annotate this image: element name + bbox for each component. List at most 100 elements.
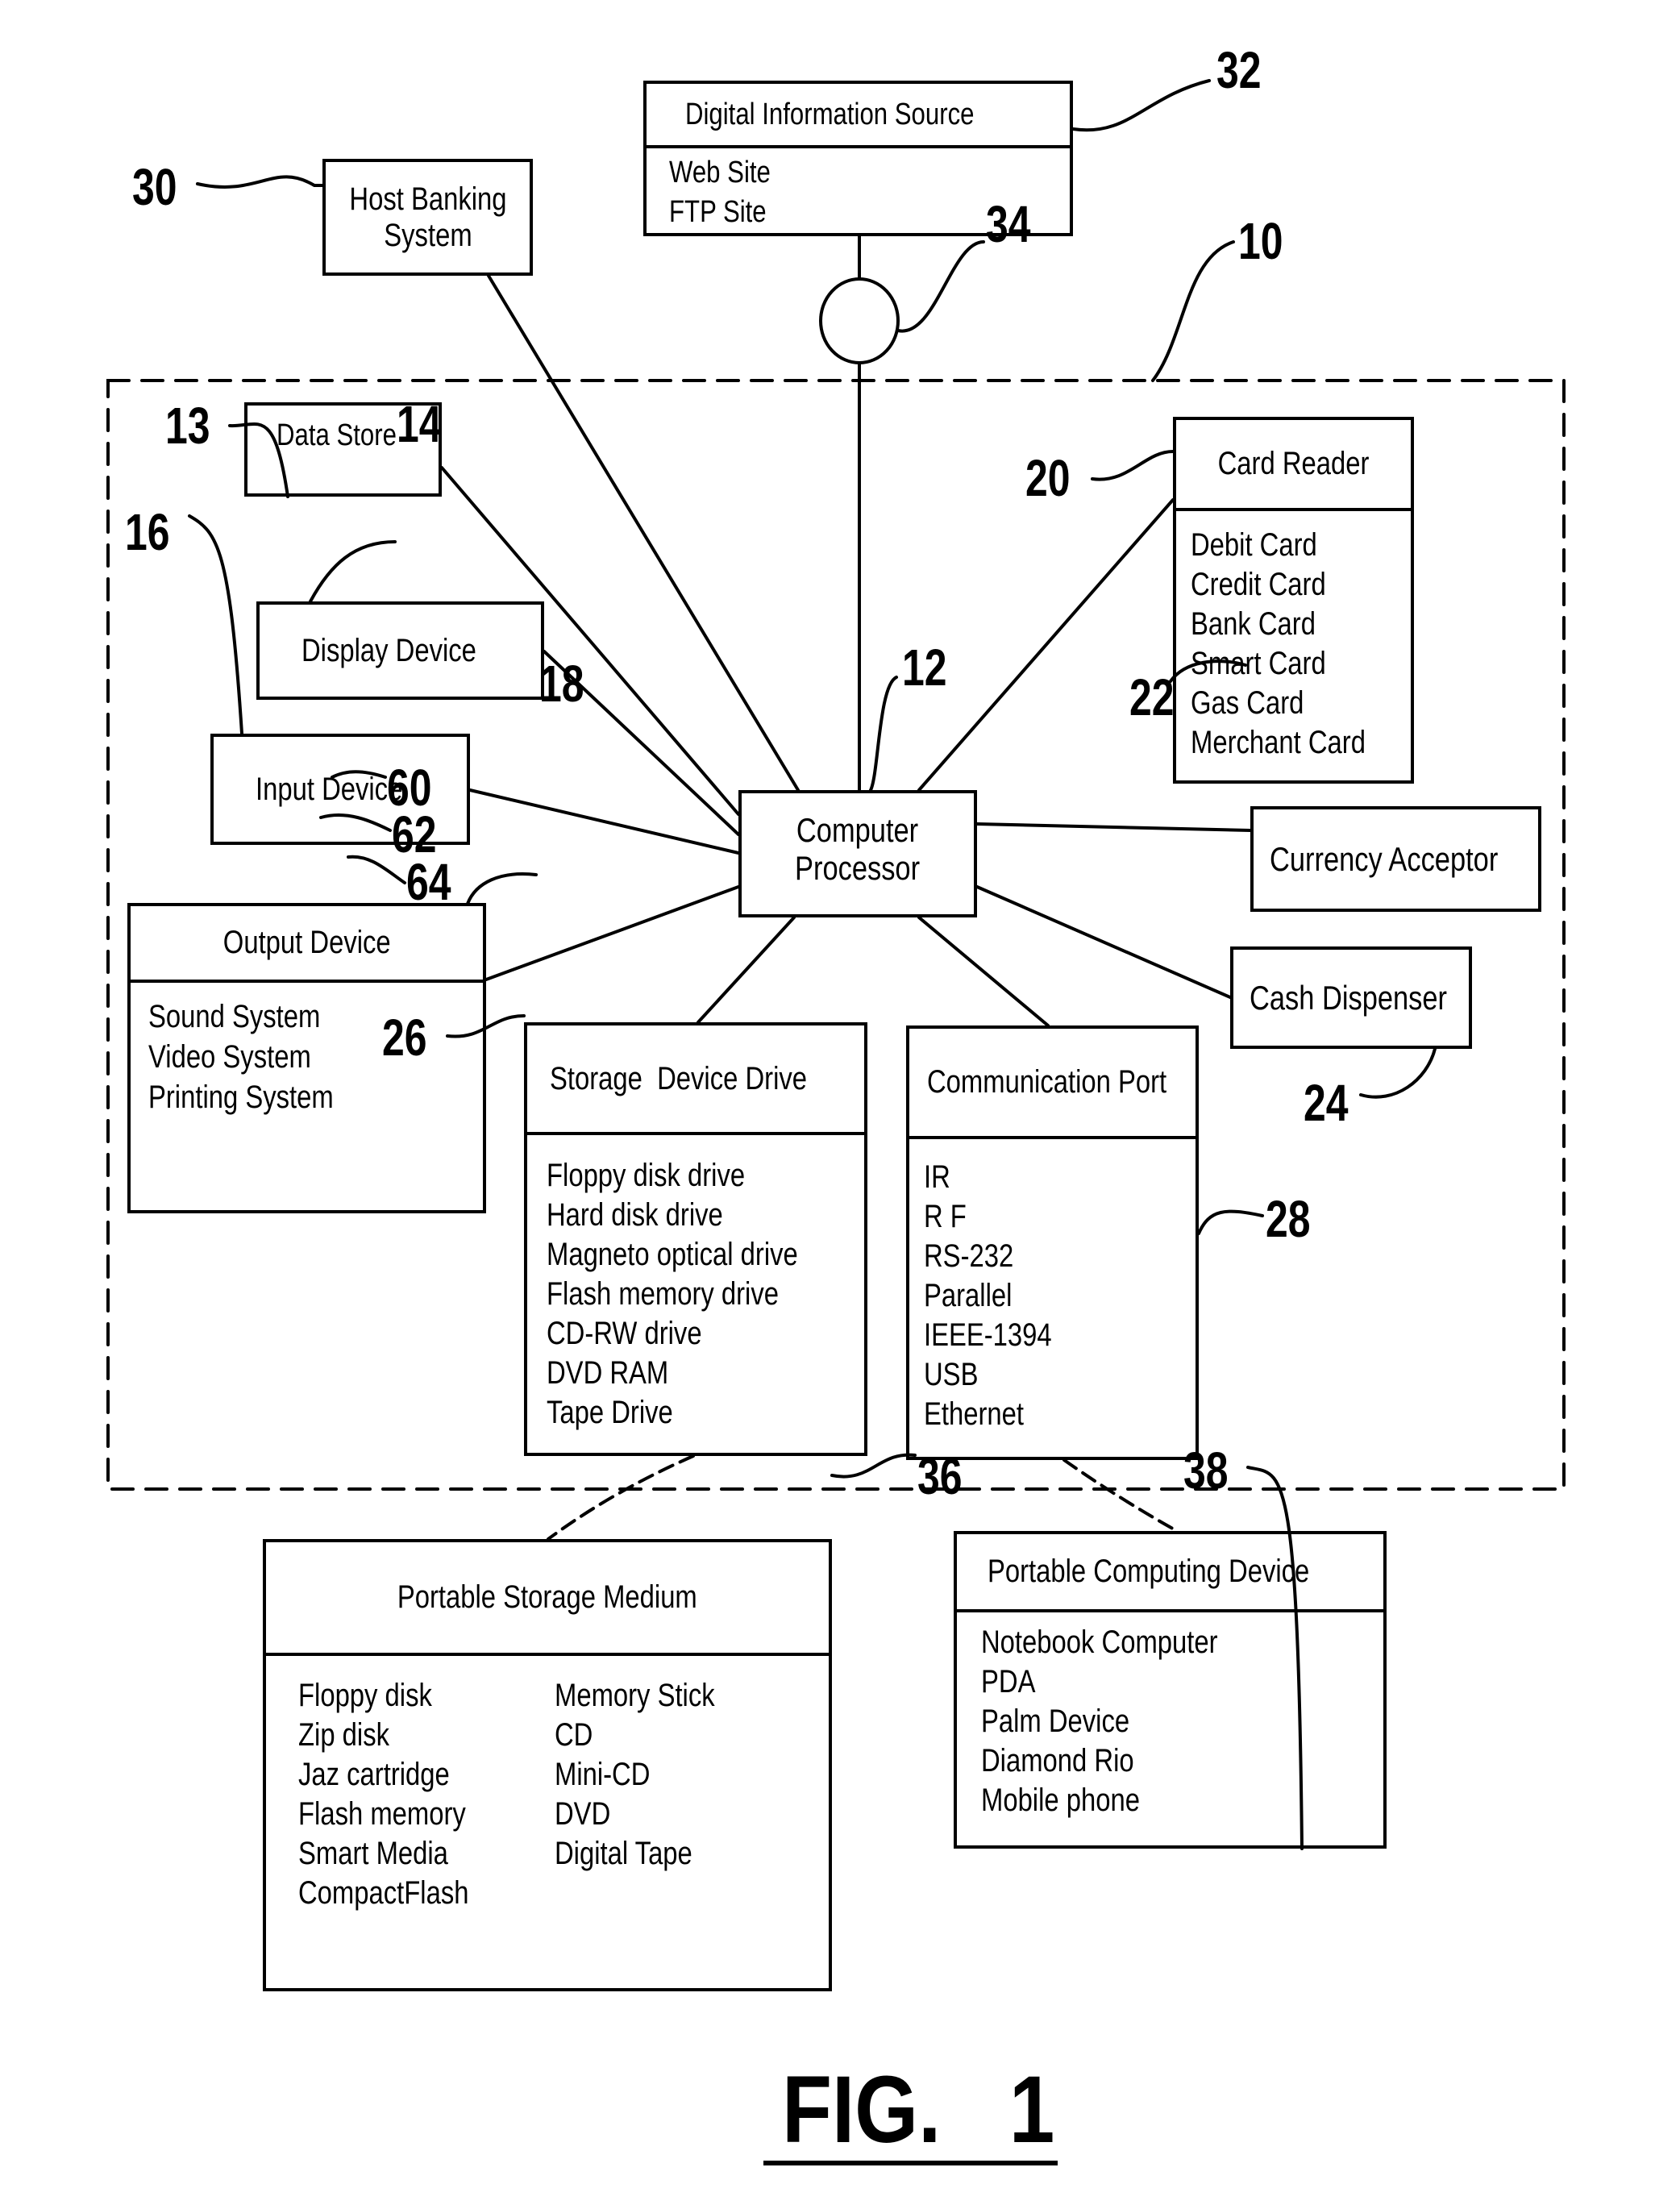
leader-36	[830, 1453, 917, 1479]
cash-dispenser-label: Cash Dispenser	[1250, 978, 1448, 1017]
list-item: Palm Device	[981, 1704, 1130, 1739]
cash-dispenser-box: Cash Dispenser	[1230, 946, 1472, 1049]
list-item: Smart Media	[298, 1836, 448, 1871]
computer-processor-label: Computer Processor	[795, 810, 921, 887]
currency-acceptor-box: Currency Acceptor	[1250, 806, 1541, 912]
ref-numeral-26: 26	[382, 1009, 427, 1067]
figure-caption: FIG. 1	[782, 2057, 1055, 2163]
ref-numeral-28: 28	[1266, 1190, 1311, 1248]
portable-storage-col2: Memory Stick CD Mini-CD DVD Digital Tape	[555, 1676, 750, 1874]
list-item: Jaz cartridge	[298, 1757, 450, 1792]
card-reader-box: Card Reader Debit Card Credit Card Bank …	[1173, 417, 1414, 784]
list-item: R F	[924, 1199, 967, 1234]
comm-port-items: IR R F RS-232 Parallel IEEE-1394 USB Eth…	[924, 1158, 1079, 1434]
list-item: DVD	[555, 1796, 611, 1832]
ref-numeral-64: 64	[406, 853, 451, 911]
leader-18	[466, 872, 538, 905]
card-reader-title: Card Reader	[1217, 446, 1370, 481]
leader-20	[1091, 450, 1175, 481]
wire-storage	[697, 916, 796, 1024]
leader-34	[896, 240, 985, 333]
list-item: Hard disk drive	[547, 1197, 723, 1233]
leader-30	[196, 175, 324, 189]
ref-numeral-32: 32	[1216, 41, 1262, 99]
list-item: Printing System	[148, 1080, 334, 1115]
list-item: Sound System	[148, 999, 321, 1034]
ref-numeral-20: 20	[1025, 449, 1071, 507]
list-item: Zip disk	[298, 1717, 390, 1753]
list-item: Web Site	[669, 156, 771, 189]
list-item: Gas Card	[1191, 685, 1304, 721]
ref-numeral-30: 30	[132, 158, 177, 216]
list-item: IR	[924, 1159, 950, 1195]
digital-source-title: Digital Information Source	[685, 97, 975, 131]
list-item: Smart Card	[1191, 646, 1326, 681]
leader-28	[1197, 1209, 1264, 1235]
list-item: CD-RW drive	[547, 1316, 702, 1351]
list-item: Merchant Card	[1191, 725, 1366, 760]
portable-storage-col1: Floppy disk Zip disk Jaz cartridge Flash…	[298, 1676, 506, 1913]
computer-processor-box: Computer Processor	[738, 790, 977, 917]
list-item: Diamond Rio	[981, 1743, 1134, 1778]
list-item: DVD RAM	[547, 1355, 669, 1391]
display-device-box: Display Device	[256, 601, 544, 700]
list-item: Debit Card	[1191, 527, 1317, 563]
portable-storage-medium-box: Portable Storage Medium Floppy disk Zip …	[263, 1539, 832, 1991]
wire-card-reader	[917, 498, 1175, 792]
ref-numeral-22: 22	[1129, 668, 1175, 726]
leader-10	[1151, 240, 1235, 382]
ref-numeral-10: 10	[1238, 212, 1283, 270]
list-item: Flash memory	[298, 1796, 466, 1832]
output-device-items: Sound System Video System Printing Syste…	[148, 996, 374, 1117]
ref-numeral-18: 18	[539, 655, 584, 713]
output-device-title: Output Device	[222, 925, 391, 960]
storage-device-drive-box: Storage Device Drive Floppy disk drive H…	[524, 1022, 867, 1456]
wire-output	[484, 885, 740, 981]
list-item: Memory Stick	[555, 1678, 715, 1713]
list-item: Tape Drive	[547, 1395, 673, 1430]
list-item: Bank Card	[1191, 606, 1316, 642]
list-item: IEEE-1394	[924, 1317, 1052, 1353]
list-item: Video System	[148, 1039, 311, 1075]
ref-numeral-12: 12	[902, 639, 947, 697]
portable-computing-device-box: Portable Computing Device Notebook Compu…	[954, 1531, 1387, 1849]
list-item: USB	[924, 1357, 979, 1392]
wire-portable-computing	[1062, 1458, 1179, 1533]
list-item: Mini-CD	[555, 1757, 651, 1792]
input-device-label: Input Device	[256, 771, 403, 807]
list-item: Notebook Computer	[981, 1625, 1218, 1660]
comm-port-title: Communication Port	[927, 1064, 1167, 1100]
leader-32	[1071, 79, 1211, 132]
card-reader-items: Debit Card Credit Card Bank Card Smart C…	[1191, 526, 1404, 763]
list-item: Floppy disk	[298, 1678, 432, 1713]
list-item: Mobile phone	[981, 1783, 1140, 1818]
network-node-circle	[819, 277, 900, 364]
storage-drive-items: Floppy disk drive Hard disk drive Magnet…	[547, 1156, 853, 1433]
list-item: Parallel	[924, 1278, 1013, 1313]
list-item: Floppy disk drive	[547, 1158, 746, 1193]
ref-numeral-16: 16	[125, 503, 170, 561]
list-item: Credit Card	[1191, 567, 1326, 602]
ref-numeral-14: 14	[397, 395, 442, 453]
list-item: PDA	[981, 1664, 1036, 1699]
portable-storage-title: Portable Storage Medium	[397, 1579, 697, 1615]
ref-numeral-38: 38	[1183, 1441, 1229, 1500]
host-banking-label: Host Banking System	[348, 181, 507, 253]
wire-host-banking	[487, 274, 800, 792]
leader-12	[869, 676, 898, 792]
ref-numeral-34: 34	[986, 195, 1031, 253]
portable-computing-title: Portable Computing Device	[988, 1554, 1310, 1589]
list-item: Digital Tape	[555, 1836, 692, 1871]
portable-computing-items: Notebook Computer PDA Palm Device Diamon…	[981, 1623, 1270, 1820]
leader-16	[188, 514, 243, 735]
storage-drive-title: Storage Device Drive	[550, 1060, 808, 1096]
list-item: FTP Site	[669, 195, 767, 229]
list-item: CD	[555, 1717, 593, 1753]
list-item: Ethernet	[924, 1396, 1024, 1432]
display-device-label: Display Device	[301, 632, 476, 668]
communication-port-box: Communication Port IR R F RS-232 Paralle…	[906, 1025, 1199, 1460]
list-item: Magneto optical drive	[547, 1237, 798, 1272]
list-item: RS-232	[924, 1238, 1014, 1274]
leader-24	[1359, 1047, 1437, 1099]
output-device-box: Output Device Sound System Video System …	[127, 903, 486, 1213]
